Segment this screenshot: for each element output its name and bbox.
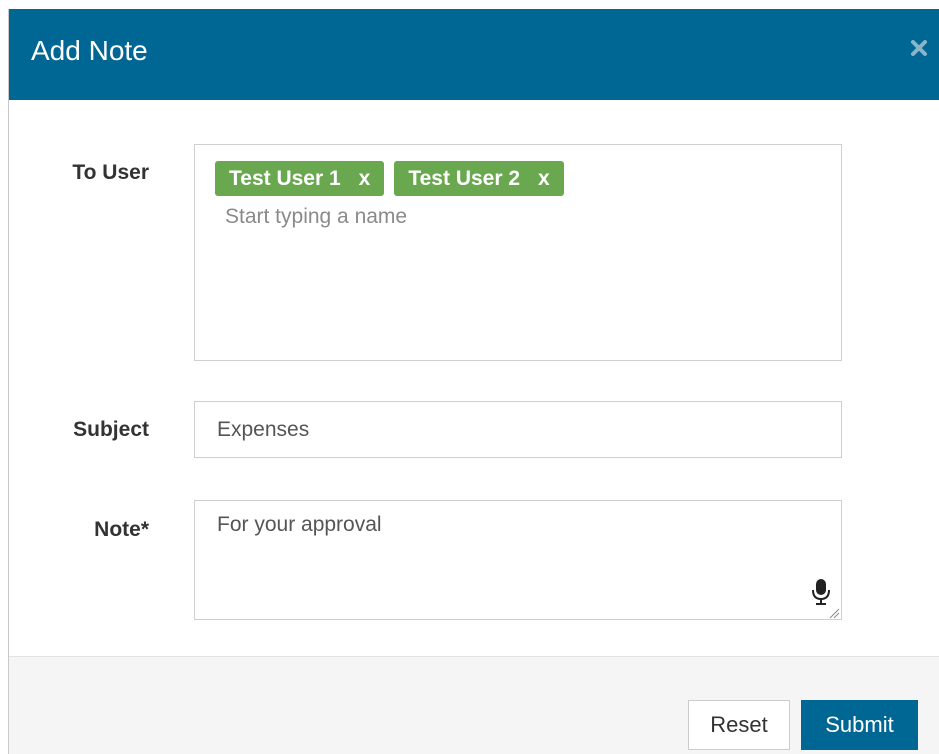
user-search-input[interactable] bbox=[225, 205, 725, 229]
user-tag-label: Test User 2 bbox=[408, 166, 521, 190]
submit-button[interactable]: Submit bbox=[801, 700, 918, 750]
remove-tag-button[interactable]: x bbox=[538, 167, 550, 191]
user-tag: Test User 2 x bbox=[394, 161, 564, 196]
user-tag-label: Test User 1 bbox=[229, 166, 341, 190]
to-user-field[interactable]: Test User 1 x Test User 2 x bbox=[194, 144, 842, 361]
note-field-wrapper: For your approval bbox=[194, 500, 842, 620]
modal-footer: Reset Submit bbox=[9, 656, 939, 754]
modal-header: Add Note bbox=[9, 9, 939, 100]
user-tag: Test User 1 x bbox=[215, 161, 385, 196]
modal-title: Add Note bbox=[31, 35, 148, 66]
microphone-icon[interactable] bbox=[810, 578, 832, 606]
note-textarea[interactable]: For your approval bbox=[194, 500, 842, 620]
close-icon[interactable] bbox=[908, 37, 930, 59]
to-user-label: To User bbox=[72, 161, 149, 184]
reset-button[interactable]: Reset bbox=[688, 700, 790, 750]
add-note-modal: Add Note To User Test User 1 x Test User… bbox=[8, 9, 939, 754]
note-label: Note* bbox=[94, 518, 149, 541]
subject-input[interactable] bbox=[194, 401, 842, 458]
subject-label: Subject bbox=[73, 418, 149, 441]
remove-tag-button[interactable]: x bbox=[359, 167, 371, 191]
resize-handle-icon[interactable] bbox=[828, 606, 840, 619]
selected-users: Test User 1 x Test User 2 x bbox=[215, 161, 564, 196]
